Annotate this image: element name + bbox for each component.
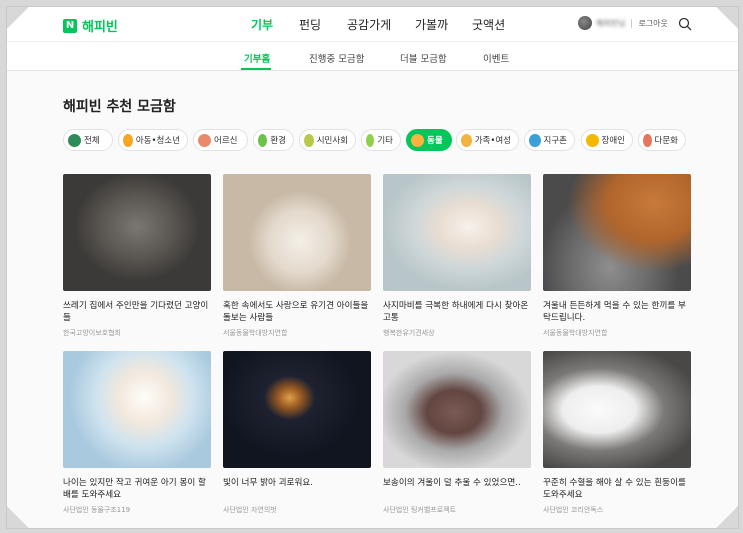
- globe-icon: [529, 133, 541, 147]
- category-chip-label: 장애인: [601, 136, 625, 146]
- category-chip[interactable]: 장애인: [581, 129, 633, 151]
- fundraiser-card[interactable]: 겨울내 든든하게 먹을 수 있는 한끼를 부탁드립니다. 서울동물학대방지연합: [543, 174, 691, 338]
- card-thumbnail[interactable]: [223, 351, 371, 468]
- category-chip-label: 가족•여성: [474, 136, 511, 146]
- nav-store[interactable]: 공감가게: [347, 16, 391, 33]
- category-chip-label: 아동•청소년: [135, 136, 180, 146]
- tab-event[interactable]: 이벤트: [483, 51, 509, 65]
- nav-funding[interactable]: 펀딩: [299, 16, 321, 33]
- browser-frame: N 해피빈 기부 펀딩 공감가게 가볼까 굿액션 해피빈님 로그아웃 기부홈 진…: [6, 6, 739, 529]
- heart-hands-icon: [643, 133, 652, 147]
- search-icon[interactable]: [678, 17, 692, 31]
- card-thumbnail[interactable]: [63, 351, 211, 468]
- user-name[interactable]: 해피빈님: [596, 18, 625, 29]
- card-title[interactable]: 사지마비를 극복한 하내에게 다시 찾아온 고통: [383, 300, 531, 324]
- dots-icon: [366, 133, 375, 147]
- card-organization: 사단법인 동물구조119: [63, 506, 131, 514]
- nav-donate[interactable]: 기부: [251, 16, 273, 33]
- global-nav: N 해피빈 기부 펀딩 공감가게 가볼까 굿액션 해피빈님 로그아웃: [7, 7, 738, 42]
- nav-good-action[interactable]: 굿액션: [472, 16, 505, 33]
- card-title[interactable]: 나이는 있지만 작고 귀여운 아기 몽이 할배를 도와주세요: [63, 477, 211, 501]
- sprout-icon: [258, 133, 268, 147]
- card-title[interactable]: 보송이의 겨울이 덜 추울 수 있었으면..: [383, 477, 531, 501]
- sub-nav: 기부홈 진행중 모금함 더블 모금함 이벤트: [7, 42, 738, 71]
- family-icon: [461, 133, 472, 147]
- category-chip[interactable]: 시민사회: [299, 129, 356, 151]
- card-title[interactable]: 쓰레기 집에서 주인만을 기다렸던 고양이들: [63, 300, 211, 324]
- elder-icon: [198, 133, 211, 147]
- category-chip-label: 다문화: [654, 136, 678, 146]
- wheelchair-icon: [586, 133, 599, 147]
- card-thumbnail[interactable]: [383, 351, 531, 468]
- card-organization: 한국고양이보호협회: [63, 329, 121, 337]
- user-area: 해피빈님 로그아웃: [578, 16, 668, 30]
- corner-decoration: [716, 7, 738, 29]
- leaf-icon: [68, 133, 81, 147]
- hands-icon: [304, 133, 314, 147]
- fundraiser-card[interactable]: 혹한 속에서도 사랑으로 유기견 아이들을 돌보는 사람들서울동물학대방지연합: [223, 174, 371, 338]
- logo-text: 해피빈: [82, 20, 118, 35]
- tab-donate-home[interactable]: 기부홈: [244, 51, 270, 65]
- logo[interactable]: N 해피빈: [63, 16, 118, 35]
- card-organization: 서울동물학대방지연합: [223, 329, 288, 337]
- card-organization: 사단법인 팅커벨프로젝트: [383, 506, 457, 514]
- cat-icon: [411, 133, 424, 147]
- category-chip[interactable]: 전체: [63, 129, 113, 151]
- category-chip[interactable]: 환경: [253, 129, 294, 151]
- corner-decoration: [7, 7, 29, 29]
- category-chip[interactable]: 기타: [361, 129, 401, 151]
- category-chip[interactable]: 지구촌: [524, 129, 575, 151]
- card-organization: 사단법인 코리안독스: [543, 506, 604, 514]
- category-chip-label: 환경: [270, 136, 286, 146]
- fundraiser-card[interactable]: 사지마비를 극복한 하내에게 다시 찾아온 고통행복한유기견세상: [383, 174, 531, 338]
- category-chip[interactable]: 동물: [406, 129, 452, 151]
- tab-ongoing[interactable]: 진행중 모금함: [309, 51, 364, 65]
- card-title[interactable]: 겨울내 든든하게 먹을 수 있는 한끼를 부탁드립니다.: [543, 300, 691, 324]
- category-chip[interactable]: 다문화: [638, 129, 686, 151]
- category-chip[interactable]: 가족•여성: [456, 129, 519, 151]
- card-thumbnail[interactable]: [543, 351, 691, 468]
- fundraiser-card[interactable]: 보송이의 겨울이 덜 추울 수 있었으면.. 사단법인 팅커벨프로젝트: [383, 351, 531, 515]
- corner-decoration: [7, 506, 29, 528]
- category-chip-label: 동물: [427, 136, 443, 146]
- card-title[interactable]: 빛이 너무 밝아 괴로워요.: [223, 477, 371, 501]
- tab-double[interactable]: 더블 모금함: [400, 51, 447, 65]
- fundraiser-card[interactable]: 빛이 너무 밝아 괴로워요. 사단법인 자연의벗: [223, 351, 371, 515]
- card-organization: 사단법인 자연의벗: [223, 506, 277, 514]
- category-chip[interactable]: 어르신: [193, 129, 248, 151]
- card-thumbnail[interactable]: [543, 174, 691, 291]
- active-tab-indicator: [241, 68, 271, 70]
- avatar[interactable]: [578, 16, 592, 30]
- category-chip-label: 기타: [377, 136, 393, 146]
- fundraiser-card[interactable]: 쓰레기 집에서 주인만을 기다렸던 고양이들한국고양이보호협회: [63, 174, 211, 338]
- divider: [631, 18, 633, 28]
- card-thumbnail[interactable]: [383, 174, 531, 291]
- logout-button[interactable]: 로그아웃: [638, 18, 667, 29]
- corner-decoration: [716, 506, 738, 528]
- fundraiser-card[interactable]: 나이는 있지만 작고 귀여운 아기 몽이 할배를 도와주세요사단법인 동물구조1…: [63, 351, 211, 515]
- category-chip-label: 시민사회: [316, 136, 348, 146]
- category-chip-label: 지구촌: [543, 136, 567, 146]
- card-thumbnail[interactable]: [63, 174, 211, 291]
- nav-visit[interactable]: 가볼까: [415, 16, 448, 33]
- card-thumbnail[interactable]: [223, 174, 371, 291]
- child-icon: [123, 133, 133, 147]
- naver-logo-icon: N: [63, 18, 77, 33]
- card-organization: 행복한유기견세상: [383, 329, 435, 337]
- section-title: 해피빈 추천 모금함: [63, 99, 176, 115]
- fundraiser-card[interactable]: 꾸준히 수혈을 해야 살 수 있는 흰둥이를 도와주세요사단법인 코리안독스: [543, 351, 691, 515]
- card-organization: 서울동물학대방지연합: [543, 329, 608, 337]
- card-title[interactable]: 꾸준히 수혈을 해야 살 수 있는 흰둥이를 도와주세요: [543, 477, 691, 501]
- card-title[interactable]: 혹한 속에서도 사랑으로 유기견 아이들을 돌보는 사람들: [223, 300, 371, 324]
- category-chip[interactable]: 아동•청소년: [118, 129, 188, 151]
- category-chip-label: 전체: [84, 136, 100, 146]
- category-chip-label: 어르신: [214, 136, 238, 146]
